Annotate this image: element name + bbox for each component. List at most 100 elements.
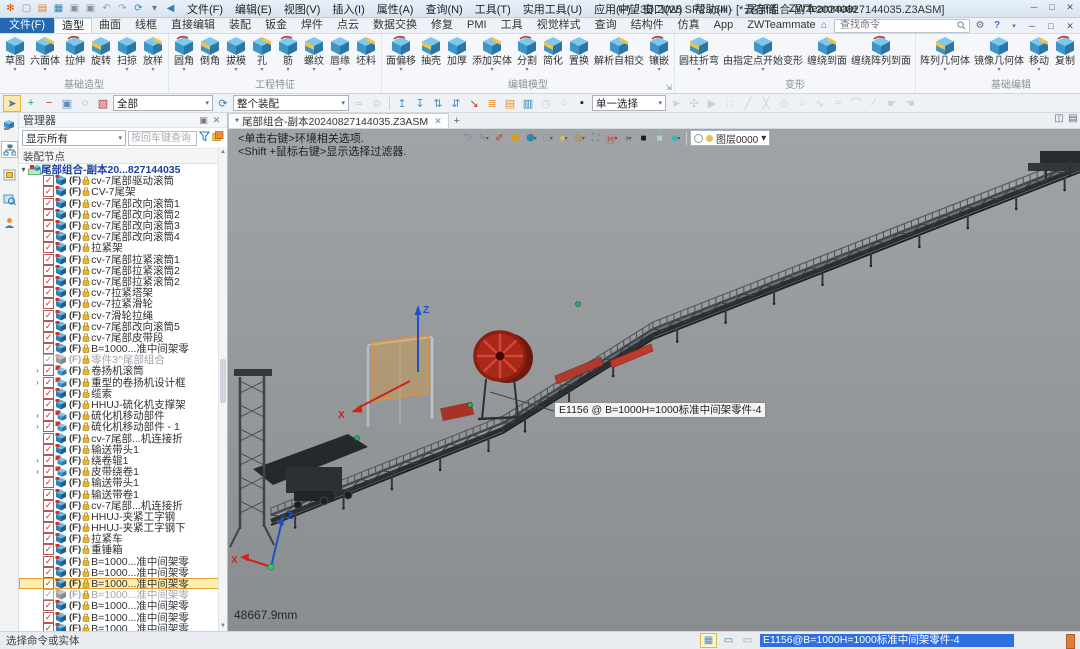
graphics-area[interactable]: ZXZX <单击右键>环境相关选项. <Shift +鼠标右键>显示选择过滤器.… xyxy=(228,129,1080,631)
ribbon-tab-ZWTeammate[interactable]: ZWTeammate xyxy=(740,18,822,33)
tree-item[interactable]: ✓(F)输送带头1 xyxy=(19,477,227,488)
collapse-icon[interactable] xyxy=(212,131,224,145)
tree-item[interactable]: ✓(F)cv-7尾部拉紧滚筒2 xyxy=(19,265,227,276)
dialog-launcher-icon[interactable]: ⇲ xyxy=(665,83,672,92)
tree-item[interactable]: ✓(F)cv-7拉紧滑轮 xyxy=(19,298,227,309)
tree-item[interactable]: ›✓(F)绕卷辊1 xyxy=(19,455,227,466)
tree-item[interactable]: ✓(F)cv-7尾部改向滚筒2 xyxy=(19,209,227,220)
assembly-manager-icon[interactable] xyxy=(2,117,17,132)
menu-item-6[interactable]: 工具(T) xyxy=(469,1,517,17)
hand-left-icon[interactable]: ☚ xyxy=(902,96,918,111)
tree-item[interactable]: ✓(F)cv-7尾部改向滚筒5 xyxy=(19,321,227,332)
ribbon-button-添加实体[interactable]: 添加实体▾ xyxy=(470,35,514,74)
align-1-icon[interactable]: ↥ xyxy=(394,96,410,111)
stack-icon[interactable]: ≣ xyxy=(484,96,500,111)
texture-icon[interactable]: ◍▾ xyxy=(572,131,587,145)
menu-item-0[interactable]: 文件(F) xyxy=(181,1,229,17)
help-icon[interactable]: ? xyxy=(990,20,1004,31)
view-return-icon[interactable]: ⮌ xyxy=(460,131,475,145)
menu-item-4[interactable]: 属性(A) xyxy=(371,1,420,17)
pencil-icon[interactable]: ✐ xyxy=(492,131,507,145)
tree-item[interactable]: ✓(F)缆索 xyxy=(19,388,227,399)
ribbon-tab-直接编辑[interactable]: 直接编辑 xyxy=(164,18,222,33)
shade-mode-icon[interactable]: ◑▾ xyxy=(620,131,635,145)
ribbon-tab-点云[interactable]: 点云 xyxy=(330,18,366,33)
ribbon-button-面偏移[interactable]: 面偏移▾ xyxy=(384,35,418,74)
tree-item[interactable]: ✓(F)cv-7尾部改向滚筒3 xyxy=(19,220,227,231)
visibility-checkbox[interactable]: ✓ xyxy=(43,489,54,500)
tree-item[interactable]: ✓(F)HHUJ-夹紧工字钢 xyxy=(19,511,227,522)
lasso-icon[interactable]: ◌ xyxy=(77,96,93,111)
ribbon-button-解析自相交[interactable]: 解析自相交 xyxy=(592,35,646,74)
visibility-checkbox[interactable]: ✓ xyxy=(43,410,54,421)
scroll-up-arrow[interactable]: ▲ xyxy=(219,147,227,157)
ribbon-button-圆角[interactable]: 圆角▾ xyxy=(171,35,197,74)
visibility-checkbox[interactable]: ✓ xyxy=(43,242,54,253)
reload-scope-icon[interactable]: ⟳ xyxy=(215,96,231,111)
circle-mode-icon[interactable]: ○ xyxy=(556,96,572,111)
ribbon-button-倒角[interactable]: 倒角 xyxy=(197,35,223,74)
swatch-icon[interactable]: ▪ xyxy=(574,96,590,111)
ribbon-button-阵列几何体[interactable]: 阵列几何体▾ xyxy=(918,35,972,74)
expander-icon[interactable]: › xyxy=(33,422,42,431)
expander-icon[interactable]: › xyxy=(33,411,42,420)
window-close-button[interactable]: ✕ xyxy=(1062,0,1078,14)
ribbon-button-简化[interactable]: 简化 xyxy=(540,35,566,74)
tree-item[interactable]: ✓(F)B=1000...准中间架零 xyxy=(19,589,227,600)
spline-tool-icon[interactable]: ∿ xyxy=(812,96,828,111)
wireframe-icon[interactable]: ⬡▾ xyxy=(540,131,555,145)
ribbon-button-加厚[interactable]: 加厚 xyxy=(444,35,470,74)
visibility-checkbox[interactable]: ✓ xyxy=(43,198,54,209)
mdi-close-button[interactable]: ✕ xyxy=(1062,19,1078,33)
add-to-selection-icon[interactable]: + xyxy=(23,96,39,111)
folder-docs-icon[interactable]: ▤ xyxy=(502,96,518,111)
rule-b-icon[interactable]: ⊜ xyxy=(369,96,385,111)
visibility-checkbox[interactable]: ✓ xyxy=(43,365,54,376)
fit-view-icon[interactable]: ⛶ xyxy=(588,131,603,145)
visibility-checkbox[interactable]: ✓ xyxy=(43,511,54,522)
ribbon-tab-结构件[interactable]: 结构件 xyxy=(624,18,671,33)
open-file-icon[interactable]: ▤ xyxy=(36,2,49,15)
command-search-box[interactable] xyxy=(834,19,970,33)
ribbon-button-旋转[interactable]: 旋转 xyxy=(88,35,114,74)
visibility-checkbox[interactable]: ✓ xyxy=(43,623,54,631)
ribbon-button-缠绕阵列到面[interactable]: 缠绕阵列到面 xyxy=(849,35,913,74)
expander-icon[interactable]: ▾ xyxy=(19,165,28,174)
command-search-input[interactable] xyxy=(838,19,954,32)
status-selection-field[interactable]: E1156@B=1000H=1000标准中间架零件-4 xyxy=(760,634,1014,647)
pick-frame-icon[interactable]: ▣ xyxy=(59,96,75,111)
tree-column-header[interactable]: 装配节点 xyxy=(19,149,227,164)
menu-item-2[interactable]: 视图(V) xyxy=(278,1,327,17)
visibility-checkbox[interactable]: ✓ xyxy=(43,321,54,332)
layer-dropdown[interactable]: 图层0000▾ xyxy=(690,130,770,146)
tree-item[interactable]: ✓(F)B=1000...准中间架零 xyxy=(19,578,227,589)
visibility-checkbox[interactable]: ✓ xyxy=(43,298,54,309)
part-yellow-icon[interactable]: ⬢ xyxy=(508,131,523,145)
ribbon-button-拉伸[interactable]: 拉伸 xyxy=(62,35,88,74)
tree-item[interactable]: ›✓(F)重型的卷扬机设计框 xyxy=(19,377,227,388)
visibility-checkbox[interactable]: ✓ xyxy=(43,265,54,276)
visibility-checkbox[interactable]: ✓ xyxy=(43,600,54,611)
visibility-checkbox[interactable]: ✓ xyxy=(43,477,54,488)
visibility-checkbox[interactable]: ✓ xyxy=(43,500,54,511)
visibility-checkbox[interactable]: ✓ xyxy=(43,433,54,444)
visibility-checkbox[interactable]: ✓ xyxy=(43,399,54,410)
visibility-checkbox[interactable]: ✓ xyxy=(43,544,54,555)
ribbon-button-拔模[interactable]: 拔模▾ xyxy=(223,35,249,74)
visibility-checkbox[interactable]: ✓ xyxy=(43,421,54,432)
pick-cursor-icon[interactable]: ➤ xyxy=(3,95,21,112)
window-minimize-button[interactable]: ─ xyxy=(1026,0,1042,14)
ribbon-button-六面体[interactable]: 六面体▾ xyxy=(28,35,62,74)
caret-icon[interactable]: ▾ xyxy=(1007,22,1021,30)
visibility-checkbox[interactable]: ✓ xyxy=(43,220,54,231)
visibility-checkbox[interactable]: ✓ xyxy=(43,276,54,287)
visibility-checkbox[interactable]: ✓ xyxy=(43,332,54,343)
tree-item[interactable]: ✓(F)零件3^尾部组合 xyxy=(19,354,227,365)
menu-item-1[interactable]: 编辑(E) xyxy=(229,1,278,17)
rule-a-icon[interactable]: ≃ xyxy=(351,96,367,111)
document-tab[interactable]: * 尾部组合-副本20240827144035.Z3ASM ✕ xyxy=(228,113,449,128)
tree-item[interactable]: ›✓(F)卷扬机滚筒 xyxy=(19,365,227,376)
ribbon-tab-PMI[interactable]: PMI xyxy=(460,18,494,33)
tree-item[interactable]: ✓(F)HHUJ-夹紧工字钢下 xyxy=(19,522,227,533)
drag-handle-icon[interactable]: ↘ xyxy=(466,96,482,111)
